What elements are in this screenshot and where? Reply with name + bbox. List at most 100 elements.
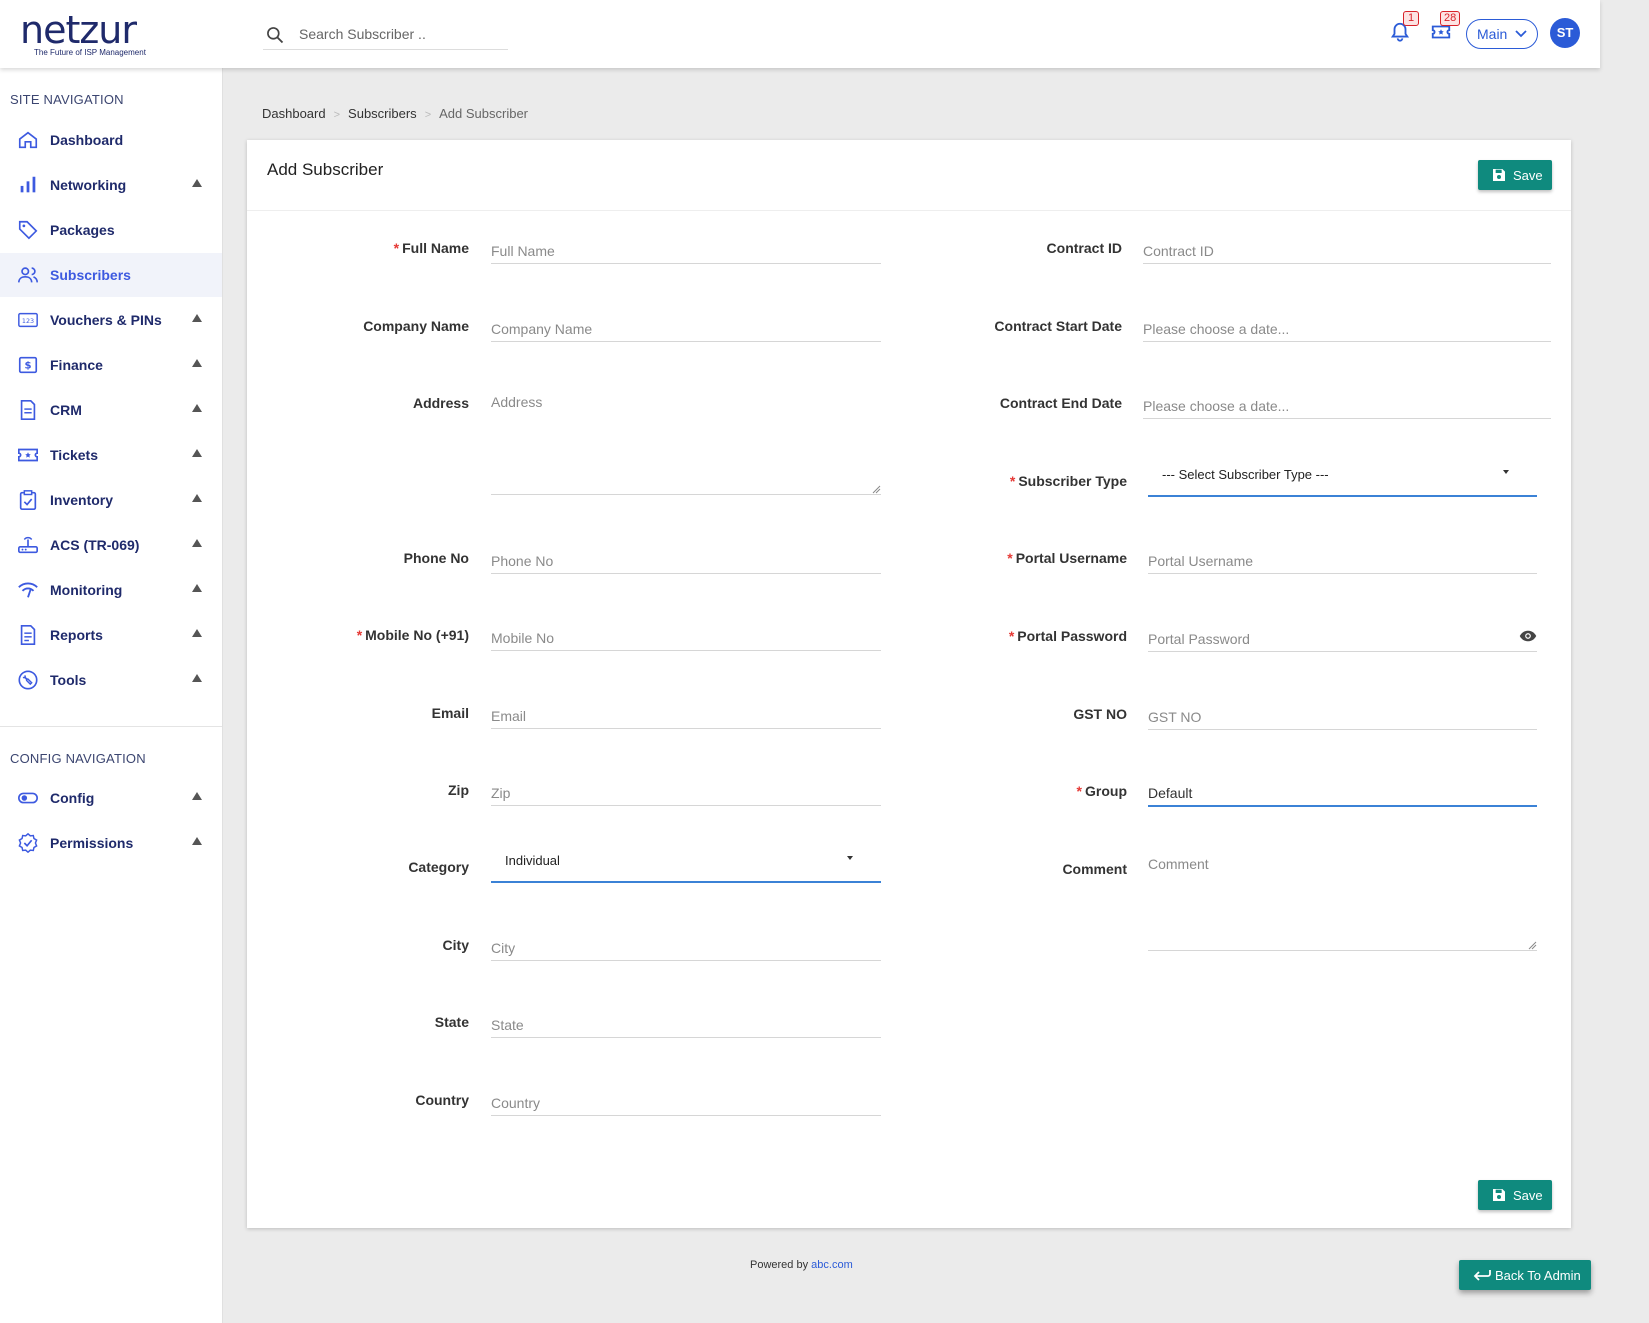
avatar[interactable]: ST <box>1550 18 1580 48</box>
sidebar-item-acs[interactable]: ACS (TR-069) <box>0 523 222 567</box>
notifications-button[interactable]: 1 <box>1389 11 1419 46</box>
caret-up-icon[interactable] <box>192 837 202 845</box>
breadcrumb-separator: > <box>333 109 341 121</box>
mobile-no-input[interactable] <box>491 619 881 650</box>
sidebar-item-label: Monitoring <box>50 582 123 598</box>
full-name-input[interactable] <box>491 232 881 263</box>
category-select[interactable]: Individual <box>491 843 881 883</box>
save-button-top[interactable]: Save <box>1478 160 1552 190</box>
sidebar-item-tools[interactable]: Tools <box>0 658 222 702</box>
svg-text:$: $ <box>24 361 31 372</box>
state-input[interactable] <box>491 1006 881 1037</box>
city-label: City <box>442 937 469 953</box>
context-select[interactable]: Main <box>1466 19 1538 49</box>
caret-up-icon[interactable] <box>192 359 202 367</box>
breadcrumb-separator: > <box>424 109 432 121</box>
sidebar-item-vouchers[interactable]: 123 Vouchers & PINs <box>0 298 222 342</box>
sidebar-item-label: Tools <box>50 672 87 688</box>
caret-up-icon[interactable] <box>192 539 202 547</box>
sidebar-item-dashboard[interactable]: Dashboard <box>0 118 222 162</box>
category-label: Category <box>408 859 469 875</box>
chevron-down-icon <box>1515 30 1527 38</box>
resize-handle-icon[interactable] <box>871 484 881 494</box>
sidebar-item-label: Subscribers <box>50 267 131 283</box>
sidebar-item-label: Permissions <box>50 835 134 851</box>
search-icon[interactable] <box>265 25 285 45</box>
powered-by-text: Powered by <box>750 1259 809 1271</box>
sidebar-item-label: Inventory <box>50 492 114 508</box>
comment-label: Comment <box>1062 861 1127 877</box>
sidebar-item-crm[interactable]: CRM <box>0 388 222 432</box>
caret-up-icon[interactable] <box>192 404 202 412</box>
country-field <box>491 1084 881 1116</box>
sidebar-item-packages[interactable]: Packages <box>0 208 222 252</box>
breadcrumb-subscribers[interactable]: Subscribers <box>348 106 417 121</box>
contract-end-input[interactable] <box>1143 387 1551 418</box>
sidebar-item-inventory[interactable]: Inventory <box>0 478 222 522</box>
logo[interactable]: netzur The Future of ISP Management <box>20 10 146 57</box>
breadcrumb-current: Add Subscriber <box>439 106 529 121</box>
sidebar-item-finance[interactable]: $ Finance <box>0 343 222 387</box>
company-name-input[interactable] <box>491 310 881 341</box>
comment-textarea[interactable] <box>1148 850 1537 950</box>
caret-up-icon[interactable] <box>192 792 202 800</box>
phone-no-input[interactable] <box>491 542 881 573</box>
home-icon <box>18 131 38 149</box>
portal-password-input[interactable] <box>1148 620 1537 651</box>
save-button-bottom[interactable]: Save <box>1478 1180 1552 1210</box>
city-input[interactable] <box>491 929 881 960</box>
email-field <box>491 697 881 729</box>
resize-handle-icon[interactable] <box>1527 940 1537 950</box>
sidebar-item-config[interactable]: Config <box>0 776 222 820</box>
site-navigation-title: SITE NAVIGATION <box>10 92 124 107</box>
required-marker: * <box>1009 473 1016 489</box>
sidebar-item-monitoring[interactable]: Monitoring <box>0 568 222 612</box>
caret-up-icon[interactable] <box>192 179 202 187</box>
gst-no-label: GST NO <box>1073 706 1127 722</box>
portal-username-input[interactable] <box>1148 542 1537 573</box>
back-to-admin-button[interactable]: Back To Admin <box>1459 1260 1591 1290</box>
address-label: Address <box>412 395 469 411</box>
state-label: State <box>434 1014 469 1030</box>
caret-up-icon[interactable] <box>192 584 202 592</box>
caret-up-icon[interactable] <box>192 629 202 637</box>
config-navigation-title: CONFIG NAVIGATION <box>10 751 146 766</box>
sidebar-item-networking[interactable]: Networking <box>0 163 222 207</box>
caret-up-icon[interactable] <box>192 494 202 502</box>
eye-icon[interactable] <box>1519 629 1537 643</box>
zip-input[interactable] <box>491 774 881 805</box>
sidebar-item-label: CRM <box>50 402 82 418</box>
top-bar: netzur The Future of ISP Management 1 28… <box>0 0 1600 68</box>
sidebar-item-reports[interactable]: Reports <box>0 613 222 657</box>
sidebar-item-subscribers[interactable]: Subscribers <box>0 253 222 297</box>
group-input[interactable] <box>1148 775 1537 805</box>
subscriber-type-value: --- Select Subscriber Type --- <box>1162 467 1329 482</box>
subscriber-type-select[interactable]: --- Select Subscriber Type --- <box>1148 457 1537 497</box>
contract-id-input[interactable] <box>1143 232 1551 263</box>
gst-no-input[interactable] <box>1148 698 1537 729</box>
caret-up-icon[interactable] <box>192 674 202 682</box>
caret-up-icon[interactable] <box>192 314 202 322</box>
sidebar-item-label: Tickets <box>50 447 98 463</box>
country-input[interactable] <box>491 1084 881 1115</box>
zip-field <box>491 774 881 806</box>
caret-up-icon[interactable] <box>192 449 202 457</box>
search-input[interactable] <box>299 23 499 45</box>
card-header-divider <box>247 210 1571 211</box>
sidebar-item-permissions[interactable]: Permissions <box>0 821 222 865</box>
footer-link[interactable]: abc.com <box>811 1259 853 1271</box>
sidebar: SITE NAVIGATION Dashboard Networking Pac… <box>0 68 223 1323</box>
toggle-icon <box>18 792 38 804</box>
mobile-no-field <box>491 619 881 651</box>
portal-password-label: * Portal Password <box>1008 628 1127 644</box>
contract-start-input[interactable] <box>1143 310 1551 341</box>
tickets-button[interactable]: 28 <box>1430 11 1461 46</box>
sidebar-item-tickets[interactable]: Tickets <box>0 433 222 477</box>
users-icon <box>18 267 38 283</box>
breadcrumb-dashboard[interactable]: Dashboard <box>262 106 326 121</box>
address-textarea[interactable] <box>491 388 881 494</box>
contract-id-field <box>1143 232 1551 264</box>
email-input[interactable] <box>491 697 881 728</box>
category-value: Individual <box>505 853 560 868</box>
save-label: Save <box>1513 1188 1543 1203</box>
